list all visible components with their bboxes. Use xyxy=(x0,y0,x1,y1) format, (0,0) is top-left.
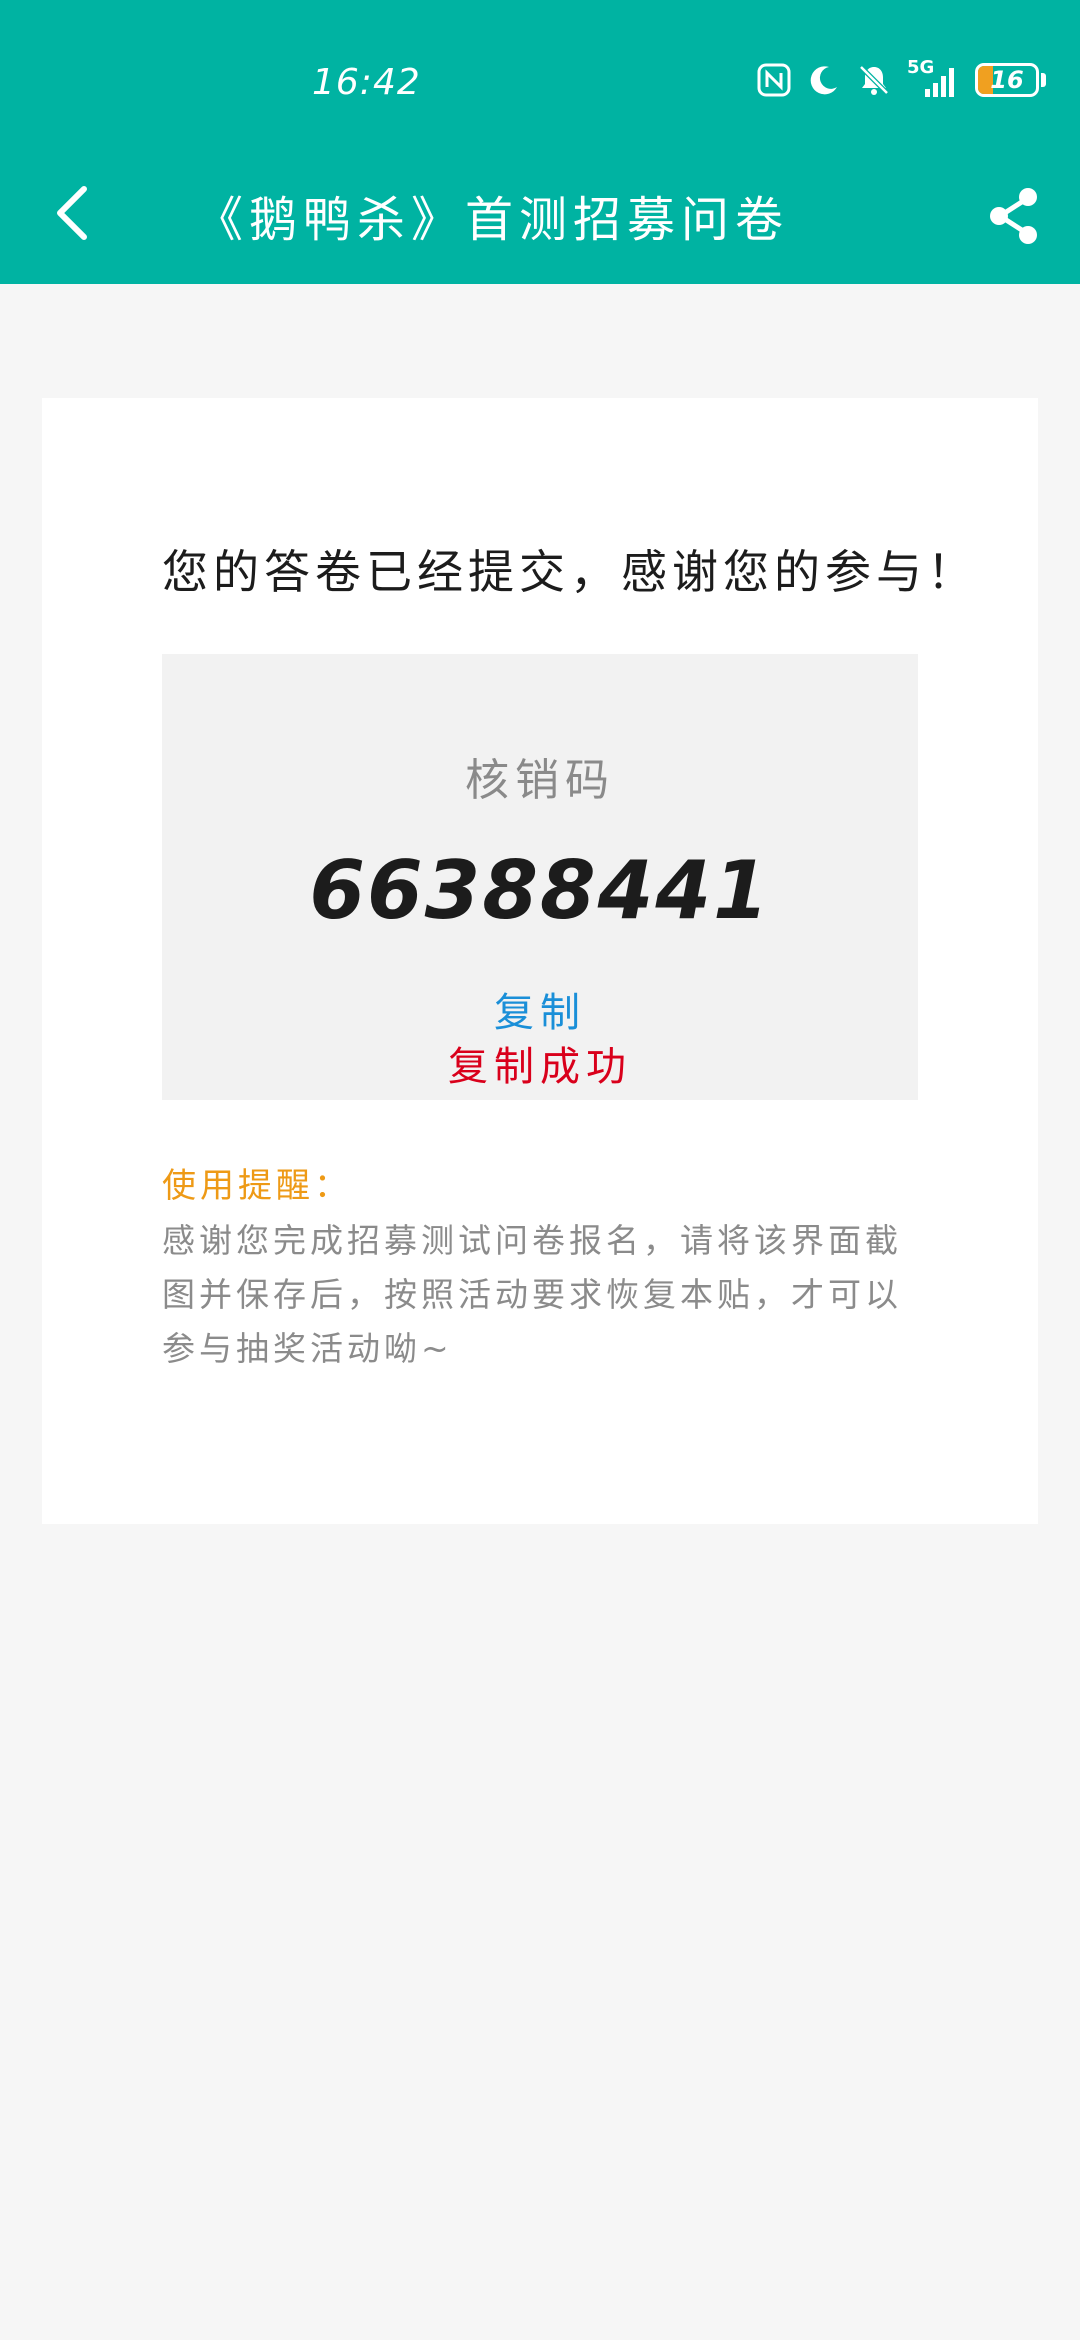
signal-5g-icon: 5G xyxy=(907,57,959,97)
app-header: 16:42 5G 16 《鹅鸭杀》首测招募问卷 xyxy=(0,0,1080,284)
copy-button[interactable]: 复制 xyxy=(162,980,918,1038)
status-icons: 5G 16 xyxy=(757,57,1046,102)
battery-level: 16 xyxy=(990,66,1024,94)
copy-success-message: 复制成功 xyxy=(448,1044,632,1090)
battery-body: 16 xyxy=(975,63,1039,97)
chevron-left-icon xyxy=(57,186,87,240)
share-button[interactable] xyxy=(974,176,1054,256)
code-label: 核销码 xyxy=(465,755,615,806)
battery-cap xyxy=(1041,73,1046,87)
verification-code-box: 核销码 66388441 复制 复制成功 xyxy=(162,654,918,1100)
share-icon xyxy=(990,188,1037,244)
nfc-icon xyxy=(757,63,791,97)
page-title: 《鹅鸭杀》首测招募问卷 xyxy=(195,192,790,248)
battery-icon: 16 xyxy=(975,63,1046,97)
code-value: 66388441 xyxy=(309,844,771,937)
tip-body: 感谢您完成招募测试问卷报名，请将该界面截图并保存后，按照活动要求恢复本贴，才可以… xyxy=(162,1221,902,1368)
submission-headline: 您的答卷已经提交，感谢您的参与！ xyxy=(162,545,978,599)
tip-title: 使用提醒： xyxy=(162,1166,352,1206)
result-card: 您的答卷已经提交，感谢您的参与！ 核销码 66388441 复制 复制成功 使用… xyxy=(42,398,1038,1524)
network-label: 5G xyxy=(907,57,935,78)
bell-off-icon xyxy=(857,63,891,97)
moon-icon xyxy=(807,63,841,97)
back-button[interactable] xyxy=(36,168,108,258)
status-time: 16:42 xyxy=(312,62,421,103)
